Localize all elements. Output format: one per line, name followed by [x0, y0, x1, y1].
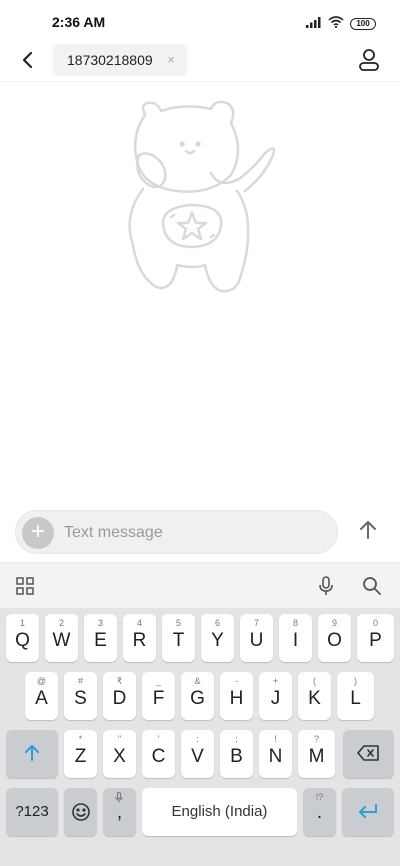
key-g[interactable]: & G	[181, 672, 214, 720]
battery-icon: 100	[350, 18, 376, 30]
keyboard-toolbar	[0, 562, 400, 608]
back-arrow-icon	[21, 51, 35, 74]
key-n[interactable]: ! N	[259, 730, 292, 778]
enter-key[interactable]	[342, 788, 394, 836]
key-u[interactable]: 7U	[240, 614, 273, 662]
key-p[interactable]: 0P	[357, 614, 394, 662]
comma-key[interactable]: ,	[103, 788, 136, 836]
enter-icon	[358, 803, 378, 824]
key-s[interactable]: # S	[64, 672, 97, 720]
key-a[interactable]: @ A	[25, 672, 58, 720]
key-l[interactable]: ) L	[337, 672, 374, 720]
key-v[interactable]: :V	[181, 730, 214, 778]
back-button[interactable]	[14, 48, 42, 76]
recipient-number: 18730218809	[67, 52, 153, 68]
remove-recipient-icon[interactable]: ×	[167, 52, 175, 67]
status-time: 2:36 AM	[52, 14, 106, 30]
key-j[interactable]: + J	[259, 672, 292, 720]
emoji-key[interactable]	[64, 788, 97, 836]
key-f[interactable]: _ F	[142, 672, 175, 720]
emoji-icon	[71, 802, 91, 827]
key-z[interactable]: * Z	[64, 730, 97, 778]
send-button[interactable]	[356, 520, 380, 544]
key-e[interactable]: 3E	[84, 614, 117, 662]
period-key[interactable]: !?.	[303, 788, 336, 836]
contact-button[interactable]	[356, 48, 382, 76]
key-c[interactable]: ' C	[142, 730, 175, 778]
key-w[interactable]: 2W	[45, 614, 78, 662]
space-key[interactable]: English (India)	[142, 788, 297, 836]
message-input[interactable]: + Text message	[15, 510, 338, 554]
signal-icon	[306, 15, 322, 33]
message-placeholder: Text message	[64, 524, 163, 541]
key-t[interactable]: 5T	[162, 614, 195, 662]
key-y[interactable]: 6Y	[201, 614, 234, 662]
compose-bar: + Text message	[0, 502, 400, 562]
key-i[interactable]: 8I	[279, 614, 312, 662]
bear-illustration	[115, 95, 285, 305]
key-d[interactable]: ₹ D	[103, 672, 136, 720]
shift-key[interactable]	[6, 730, 58, 778]
wifi-icon	[328, 15, 344, 33]
apps-grid-icon[interactable]	[16, 577, 34, 600]
keyboard: 1Q 2W 3E 4R 5T 6Y 7U 8I 9O 0P @ A # S ₹ D _…	[0, 608, 400, 866]
key-m[interactable]: ? M	[298, 730, 335, 778]
key-b[interactable]: ; B	[220, 730, 253, 778]
key-h[interactable]: -H	[220, 672, 253, 720]
shift-icon	[24, 744, 40, 767]
recipient-chip[interactable]: 18730218809 ×	[53, 44, 187, 76]
contact-icon	[358, 48, 380, 77]
key-k[interactable]: (K	[298, 672, 331, 720]
backspace-icon	[357, 745, 379, 766]
key-q[interactable]: 1Q	[6, 614, 39, 662]
status-bar: 2:36 AM 100	[0, 0, 400, 44]
add-attachment-icon[interactable]: +	[22, 517, 54, 549]
backspace-key[interactable]	[343, 730, 394, 778]
symbols-key[interactable]: ?123	[6, 788, 58, 836]
send-arrow-icon	[359, 520, 377, 545]
search-icon[interactable]	[362, 576, 382, 601]
key-o[interactable]: 9O	[318, 614, 351, 662]
conversation-header: 18730218809 ×	[0, 44, 400, 82]
key-r[interactable]: 4R	[123, 614, 156, 662]
microphone-icon[interactable]	[318, 576, 334, 601]
status-icons: 100	[306, 15, 376, 33]
key-x[interactable]: " X	[103, 730, 136, 778]
